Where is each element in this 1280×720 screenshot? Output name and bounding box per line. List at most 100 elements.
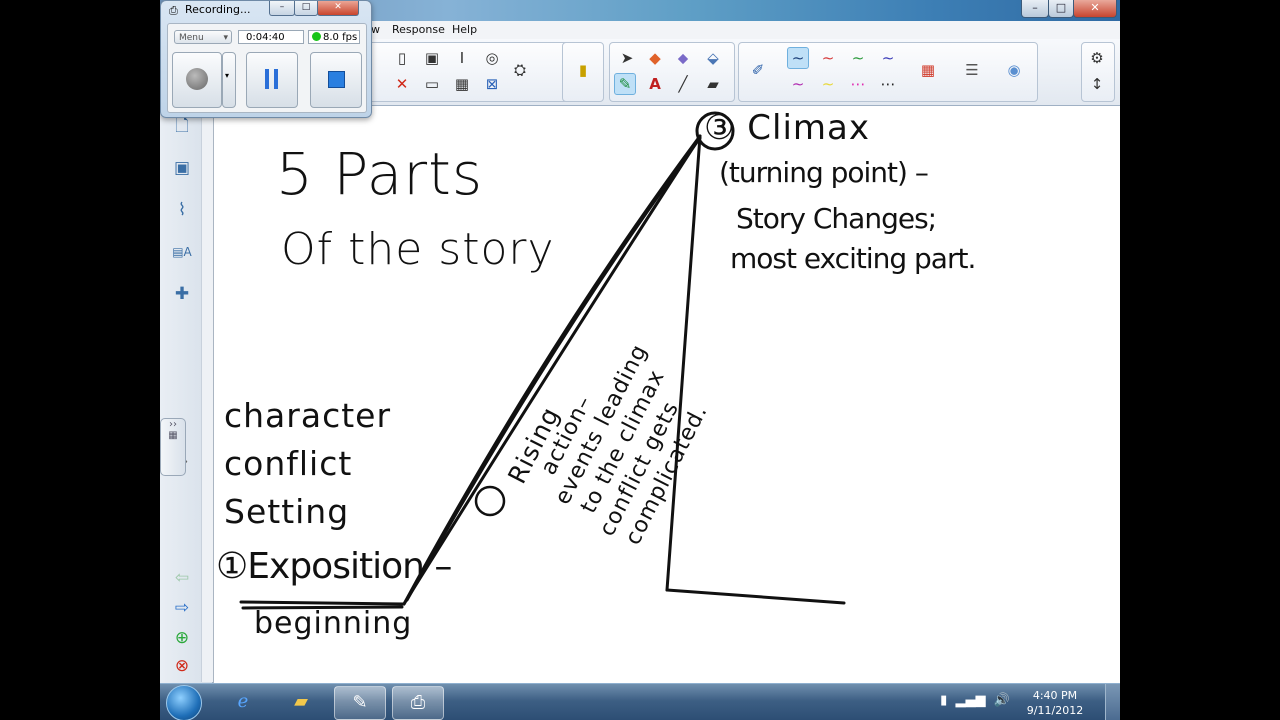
toolbar-group-page: ▯ ▣ Ⅰ ◎ ⛭ ✕ ▭ ▦ ⊠ <box>368 42 578 102</box>
battery-icon[interactable]: ▮ <box>940 693 947 708</box>
delete-icon[interactable]: ✕ <box>391 73 413 95</box>
clock-date: 9/11/2012 <box>1026 704 1084 717</box>
select-tool-icon[interactable]: ➤ <box>616 47 638 69</box>
next-page-icon[interactable]: ⇨ <box>168 594 196 622</box>
title-line-1: 5 Parts <box>276 140 484 208</box>
show-desktop-button[interactable] <box>1105 684 1120 720</box>
pause-icon <box>265 69 269 89</box>
pen-style-yellow-icon[interactable]: ∼ <box>817 73 839 95</box>
recorder-fps-value: 8.0 fps <box>323 32 358 43</box>
line-tool-icon[interactable]: ╱ <box>672 73 694 95</box>
climax-label: ③ Climax <box>704 108 870 148</box>
fill-tool-icon[interactable]: ⬙ <box>702 47 724 69</box>
gallery-icon[interactable]: ▮ <box>572 59 594 81</box>
pen-style-dashed-icon[interactable]: ⋯ <box>877 73 899 95</box>
properties-icon[interactable]: ▤A <box>168 238 196 266</box>
system-tray: ▮ ▂▄▆ 🔊 <box>940 693 1010 708</box>
climax-desc-2: Story Changes; <box>736 202 937 235</box>
toolbar-group-pen-properties: ✐ ∼ ∼ ∼ ∼ ∼ ∼ ⋯ ⋯ ▦ ☰ ◉ <box>738 42 1038 102</box>
pens-tool-icon[interactable]: ✎ <box>614 73 636 95</box>
gallery-tab-icon[interactable]: ▣ <box>168 154 196 182</box>
menu-help[interactable]: Help <box>452 23 477 36</box>
exposition-label: ①Exposition – <box>216 546 452 587</box>
climax-desc-3: most exciting part. <box>730 242 976 275</box>
full-screen-icon[interactable]: ⊠ <box>481 73 503 95</box>
show-hide-icon[interactable]: ▭ <box>421 73 443 95</box>
table-icon[interactable]: ▦ <box>451 73 473 95</box>
title-line-2: Of the story <box>281 224 555 275</box>
record-button[interactable] <box>172 52 222 108</box>
pen-style-blue-icon[interactable]: ∼ <box>787 47 809 69</box>
stop-button[interactable] <box>310 52 362 108</box>
side-scrollbar[interactable] <box>201 118 213 682</box>
screen-capture-icon[interactable]: ▣ <box>421 47 443 69</box>
recorder-minimize-button[interactable]: – <box>269 1 295 16</box>
text-a-icon[interactable]: A <box>644 73 666 95</box>
screen-shade-icon[interactable]: ▯ <box>391 47 413 69</box>
recorder-menu-dropdown[interactable]: Menu ▾ <box>174 30 232 44</box>
addons-puzzle-icon[interactable]: ✚ <box>168 280 196 308</box>
ie-icon[interactable]: ℯ <box>218 686 268 718</box>
recorder-elapsed: 0:04:40 <box>238 30 304 44</box>
eraser-icon[interactable]: ▰ <box>702 73 724 95</box>
pause-button[interactable] <box>246 52 298 108</box>
start-button[interactable] <box>166 685 202 720</box>
folder-icon[interactable]: ▰ <box>276 686 326 718</box>
menu-view[interactable]: w <box>371 23 380 36</box>
climax-desc-1: (turning point) – <box>719 156 929 189</box>
toolbar-group-tools: ➤ ◆ ⬥ ⬙ ✎ A ╱ ▰ <box>609 42 735 102</box>
recorder-maximize-button[interactable]: □ <box>294 1 318 16</box>
baseline-stroke <box>239 600 406 606</box>
shapes-tool-icon[interactable]: ◆ <box>644 47 666 69</box>
chevron-down-icon: ▾ <box>223 33 228 43</box>
exposition-item-setting: Setting <box>224 492 350 531</box>
close-button[interactable]: ✕ <box>1073 0 1117 18</box>
transparency-icon[interactable]: ◉ <box>1003 59 1025 81</box>
maximize-button[interactable]: □ <box>1048 0 1074 18</box>
pen-style-purple-icon[interactable]: ∼ <box>787 73 809 95</box>
clock[interactable]: 4:40 PM 9/11/2012 <box>1020 688 1090 718</box>
network-icon[interactable]: ▂▄▆ <box>956 693 986 708</box>
document-camera-icon[interactable]: ⛭ <box>509 59 531 81</box>
recorder-app-icon: ⎙ <box>169 4 178 17</box>
taskbar: ℯ ▰ ✎ ⎙ ▮ ▂▄▆ 🔊 4:40 PM 9/11/2012 <box>160 683 1120 720</box>
recorder-menu-label: Menu <box>179 33 204 43</box>
magic-pen-icon[interactable]: ◎ <box>481 47 503 69</box>
recorder-fps: 8.0 fps <box>308 30 360 44</box>
add-page-icon[interactable]: ⊕ <box>168 624 196 652</box>
resolution-line <box>665 588 846 605</box>
exposition-item-character: character <box>224 396 392 435</box>
line-style-icon[interactable]: ☰ <box>961 59 983 81</box>
recorder-close-button[interactable]: ✕ <box>317 1 359 16</box>
previous-page-icon[interactable]: ⇦ <box>168 564 196 592</box>
toolbar-group-gallery: ▮ <box>562 42 604 102</box>
clock-time: 4:40 PM <box>1032 689 1078 702</box>
attachments-icon[interactable]: ⌇ <box>168 196 196 224</box>
text-tool-icon[interactable]: Ⅰ <box>451 47 473 69</box>
volume-icon[interactable]: 🔊 <box>994 693 1010 708</box>
side-panel-handle[interactable]: ›› ▦ <box>160 418 186 476</box>
pen-style-magenta-icon[interactable]: ⋯ <box>847 73 869 95</box>
chevron-down-icon: ▾ <box>225 71 230 80</box>
menu-response[interactable]: Response <box>392 23 445 36</box>
pause-icon-bar <box>274 69 278 89</box>
move-toolbar-icon[interactable]: ↕ <box>1086 73 1108 95</box>
pen-style-navy-icon[interactable]: ∼ <box>877 47 899 69</box>
recorder-controls: Menu ▾ 0:04:40 8.0 fps ▾ <box>167 23 367 113</box>
minimize-button[interactable]: – <box>1021 0 1049 18</box>
record-options-button[interactable]: ▾ <box>222 52 236 108</box>
delete-page-icon[interactable]: ⊗ <box>168 652 196 680</box>
exposition-desc: beginning <box>254 606 413 641</box>
pen-style-green-icon[interactable]: ∼ <box>847 47 869 69</box>
notebook-canvas[interactable]: 5 Parts Of the story ③ Climax (turning p… <box>213 106 1120 683</box>
eraser-tool-icon[interactable]: ⬥ <box>672 47 694 69</box>
recorder-icon[interactable]: ⎙ <box>392 686 444 720</box>
status-dot-icon <box>312 32 321 41</box>
pen-icon[interactable]: ✐ <box>747 59 769 81</box>
color-palette-icon[interactable]: ▦ <box>917 59 939 81</box>
gear-icon[interactable]: ⚙ <box>1086 47 1108 69</box>
notebook-icon[interactable]: ✎ <box>334 686 386 720</box>
pen-style-red-icon[interactable]: ∼ <box>817 47 839 69</box>
recorder-title: Recording... <box>185 3 251 16</box>
stop-icon <box>328 71 345 88</box>
